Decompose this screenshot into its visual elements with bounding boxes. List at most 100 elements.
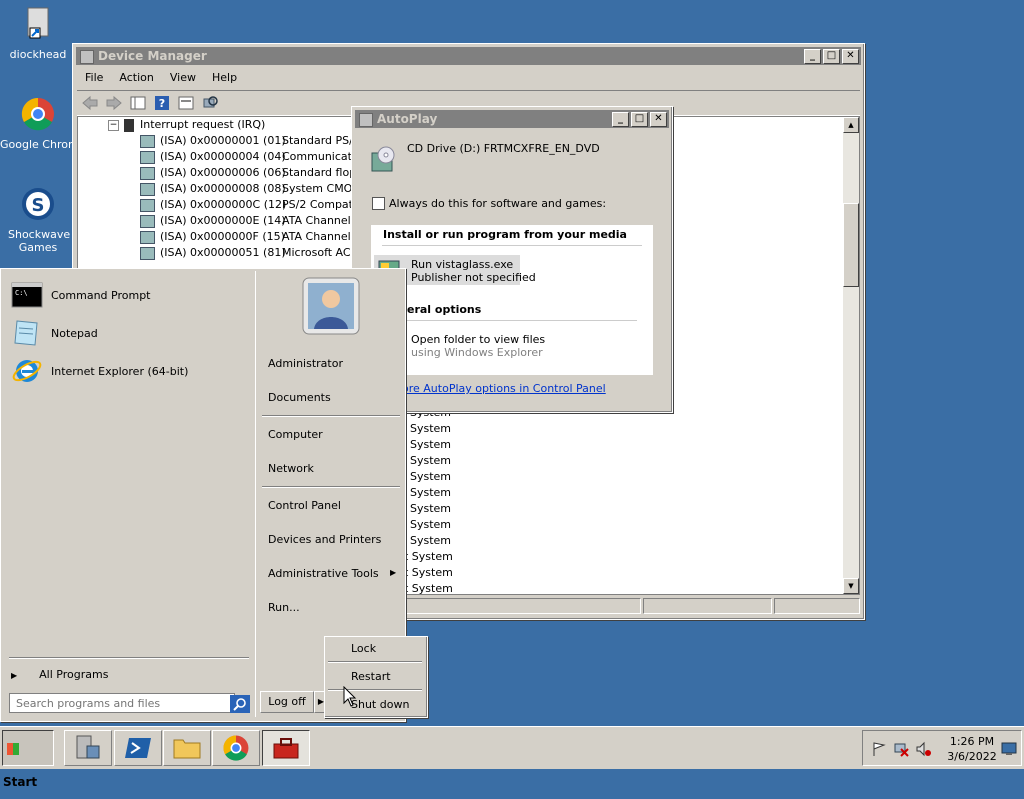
folder-icon [173, 739, 201, 759]
run-link[interactable]: Run... [268, 601, 300, 614]
device-manager-icon [80, 49, 94, 64]
power-options-menu: Lock Restart Shut down [324, 636, 428, 718]
status-pane [642, 598, 773, 614]
table-row[interactable]: (ISA) 0x00000006 (06) [140, 165, 286, 181]
programs-divider [9, 657, 249, 659]
user-name-link[interactable]: Administrator [268, 357, 343, 370]
always-do-label: Always do this for software and games: [389, 197, 607, 210]
forward-arrow-icon[interactable] [105, 95, 123, 111]
taskbar-server-manager[interactable] [64, 730, 112, 766]
table-row[interactable]: (ISA) 0x00000051 (81) [140, 245, 286, 261]
program-label: Internet Explorer (64-bit) [51, 364, 189, 378]
action-center-flag-icon[interactable] [871, 741, 887, 757]
maximize-button[interactable]: □ [823, 49, 840, 64]
status-pane [774, 598, 860, 614]
menu-help[interactable]: Help [204, 68, 245, 88]
documents-link[interactable]: Documents [268, 391, 331, 404]
internet-explorer-icon [12, 360, 42, 382]
device-icon [140, 150, 155, 164]
taskbar-explorer[interactable] [163, 730, 211, 766]
device-label: t System [404, 566, 453, 579]
properties-icon[interactable] [177, 95, 195, 111]
taskbar-powershell[interactable] [114, 730, 162, 766]
irq-label: (ISA) 0x0000000C (12) [160, 198, 287, 211]
search-input[interactable] [9, 693, 235, 713]
desktop-icon-shockwave[interactable]: S Shockwave Games [0, 186, 76, 254]
svg-text:?: ? [159, 97, 165, 110]
desktop-icon-chrome[interactable]: Google Chrome [0, 96, 85, 151]
network-link[interactable]: Network [268, 462, 314, 475]
show-hide-tree-icon[interactable] [129, 95, 147, 111]
device-label: Standard PS/2 [282, 134, 360, 147]
system-tray: 1:26 PM 3/6/2022 [862, 730, 1022, 766]
restart-menu-item[interactable]: Restart [351, 670, 391, 683]
back-arrow-icon[interactable] [81, 95, 99, 111]
lock-menu-item[interactable]: Lock [351, 642, 376, 655]
scan-hardware-icon[interactable] [201, 95, 219, 111]
minimize-button[interactable]: _ [612, 112, 629, 127]
all-programs-label: All Programs [39, 668, 109, 681]
search-icon[interactable] [230, 695, 250, 713]
desktop-icon-label: diockhead [9, 48, 67, 61]
server-manager-icon [76, 735, 100, 759]
device-icon [140, 166, 155, 180]
desktop-icon-diockhead[interactable]: diockhead [0, 6, 76, 61]
minimize-button[interactable]: _ [804, 49, 821, 64]
shortcut-icon [27, 7, 49, 39]
window-title: AutoPlay [377, 112, 438, 126]
devices-printers-link[interactable]: Devices and Printers [268, 533, 381, 546]
menu-action[interactable]: Action [111, 68, 161, 88]
table-row[interactable]: (ISA) 0x0000000F (15) [140, 229, 285, 245]
close-button[interactable]: ✕ [650, 112, 667, 127]
chrome-icon [21, 97, 54, 131]
always-do-checkbox[interactable] [372, 197, 385, 210]
irq-label: (ISA) 0x00000008 (08) [160, 182, 286, 195]
maximize-button[interactable]: □ [631, 112, 648, 127]
table-row[interactable]: (ISA) 0x00000008 (08) [140, 181, 286, 197]
toolbox-icon [273, 738, 299, 759]
table-row[interactable]: (ISA) 0x00000001 (01) [140, 133, 286, 149]
autoplay-control-panel-link[interactable]: ore AutoPlay options in Control Panel [402, 382, 606, 395]
user-avatar[interactable] [302, 277, 360, 335]
close-button[interactable]: ✕ [842, 49, 859, 64]
shockwave-icon: S [22, 188, 54, 220]
device-label: System [410, 486, 452, 499]
menu-view[interactable]: View [162, 68, 204, 88]
scroll-down-button[interactable]: ▼ [843, 578, 859, 594]
device-manager-titlebar[interactable]: Device Manager _ □ ✕ [76, 47, 861, 65]
volume-muted-icon[interactable] [915, 741, 931, 757]
clock-date: 3/6/2022 [947, 750, 997, 763]
open-folder-title[interactable]: Open folder to view files [411, 333, 545, 346]
administrative-tools-link[interactable]: Administrative Tools [268, 567, 379, 580]
help-icon[interactable]: ? [153, 95, 171, 111]
tree-node-irq[interactable]: − Interrupt request (IRQ) [108, 117, 265, 133]
program-notepad[interactable]: Notepad [11, 317, 98, 349]
powershell-icon [125, 738, 151, 758]
collapse-icon[interactable]: − [108, 119, 119, 131]
start-button[interactable]: Start [2, 730, 54, 789]
taskbar-chrome[interactable] [212, 730, 260, 766]
shutdown-menu-item[interactable]: Shut down [351, 698, 409, 711]
separator [262, 486, 400, 488]
scroll-thumb[interactable] [843, 203, 859, 287]
network-disconnected-icon[interactable] [893, 741, 909, 757]
scroll-up-button[interactable]: ▲ [843, 117, 859, 133]
program-command-prompt[interactable]: C:\ Command Prompt [11, 279, 151, 311]
device-label: System [410, 518, 452, 531]
taskbar-toolbox[interactable] [262, 730, 310, 766]
arrow-right-icon: ▶ [11, 671, 18, 680]
autoplay-titlebar[interactable]: AutoPlay _ □ ✕ [355, 110, 669, 128]
control-panel-link[interactable]: Control Panel [268, 499, 341, 512]
menu-file[interactable]: File [77, 68, 111, 88]
program-internet-explorer[interactable]: Internet Explorer (64-bit) [11, 355, 188, 387]
all-programs-button[interactable]: ▶ All Programs [11, 665, 247, 685]
show-desktop-icon[interactable] [1001, 742, 1017, 756]
log-off-button[interactable]: Log off [260, 691, 314, 713]
computer-link[interactable]: Computer [268, 428, 323, 441]
table-row[interactable]: (ISA) 0x00000004 (04) [140, 149, 286, 165]
vertical-scrollbar[interactable]: ▲ ▼ [843, 117, 859, 594]
table-row[interactable]: (ISA) 0x0000000C (12) [140, 197, 286, 213]
run-program-subtitle: Publisher not specified [411, 271, 536, 284]
device-label: Microsoft ACPI [282, 246, 361, 259]
table-row[interactable]: (ISA) 0x0000000E (14) [140, 213, 286, 229]
